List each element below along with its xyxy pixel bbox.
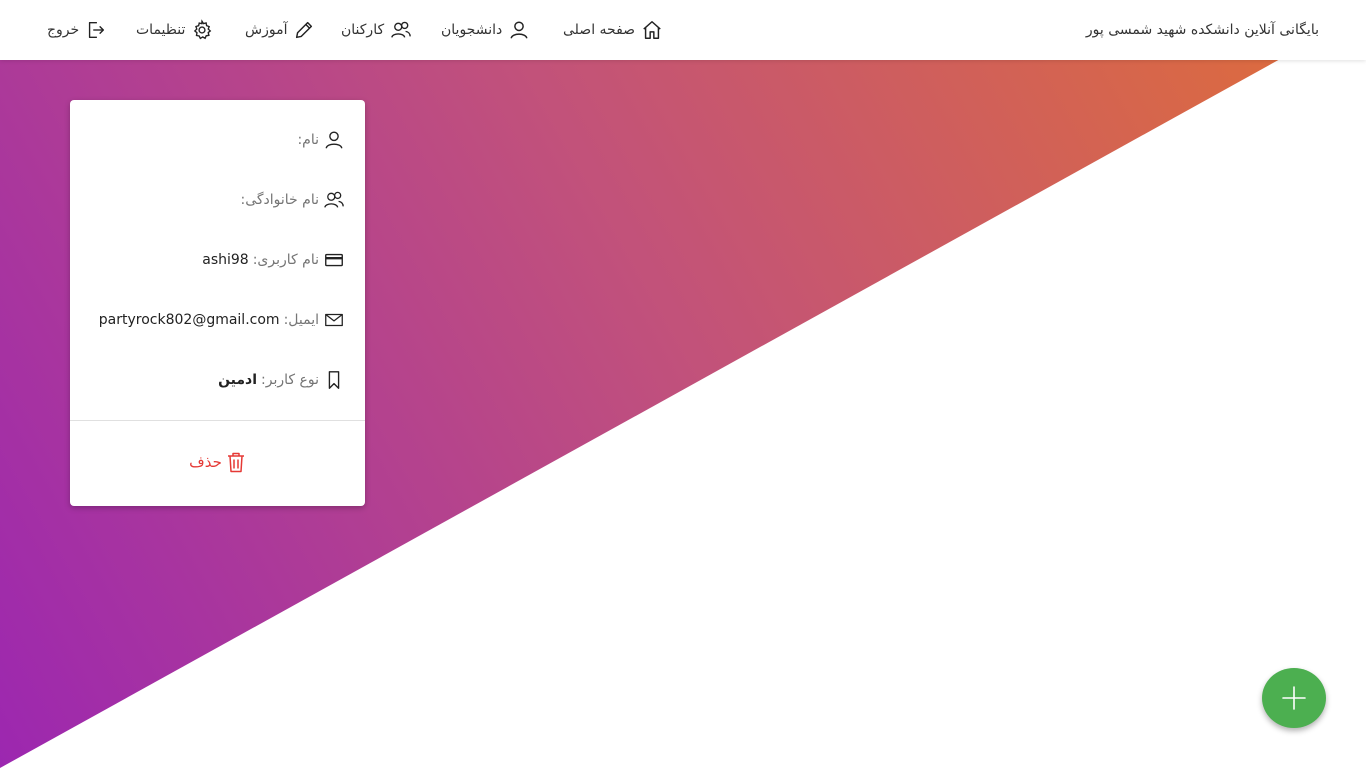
last-name-row: نام خانوادگی:	[236, 188, 345, 212]
add-button[interactable]	[1262, 668, 1326, 728]
nav-students[interactable]: دانشجویان	[441, 0, 530, 60]
username-row: نام کاربری: ashi98	[202, 248, 345, 272]
email-value: partyrock802@gmail.com	[98, 312, 280, 328]
users-icon	[323, 189, 345, 211]
delete-label: حذف	[189, 453, 222, 471]
nav-home[interactable]: صفحه اصلی	[563, 0, 663, 60]
first-name-row: نام:	[293, 128, 345, 152]
bookmark-icon	[323, 369, 345, 391]
home-icon	[641, 19, 663, 41]
nav-education[interactable]: آموزش	[245, 0, 315, 60]
users-icon	[390, 19, 412, 41]
logout-icon	[85, 19, 107, 41]
gear-icon	[191, 19, 213, 41]
trash-icon	[226, 451, 246, 473]
nav-settings[interactable]: تنظیمات	[136, 0, 213, 60]
user-type-row: نوع کاربر: ادمین	[218, 368, 345, 392]
nav-students-label: دانشجویان	[441, 22, 503, 38]
nav-home-label: صفحه اصلی	[563, 22, 636, 38]
username-value: ashi98	[202, 252, 249, 268]
top-navbar: بایگانی آنلاین دانشکده شهید شمسی پور صفح…	[0, 0, 1366, 60]
user-type-label: نوع کاربر:	[261, 372, 319, 388]
username-label: نام کاربری:	[252, 252, 319, 268]
user-icon	[323, 129, 345, 151]
pencil-icon	[293, 19, 315, 41]
plus-icon	[1281, 685, 1307, 711]
nav-logout[interactable]: خروج	[47, 0, 107, 60]
nav-staff-label: کارکنان	[341, 22, 385, 38]
email-row: ایمیل: partyrock802@gmail.com	[99, 308, 345, 332]
user-icon	[508, 19, 530, 41]
email-label: ایمیل:	[283, 312, 319, 328]
first-name-label: نام:	[297, 132, 319, 148]
card-divider	[70, 420, 365, 421]
user-type-value: ادمین	[218, 372, 258, 388]
nav-education-label: آموزش	[245, 22, 288, 38]
last-name-label: نام خانوادگی:	[240, 192, 319, 208]
brand-title: بایگانی آنلاین دانشکده شهید شمسی پور	[1085, 22, 1319, 38]
nav-logout-label: خروج	[47, 22, 80, 38]
card-icon	[323, 249, 345, 271]
nav-settings-label: تنظیمات	[136, 22, 186, 38]
user-card: نام: نام خانوادگی: نام کاربری: ashi98 ای…	[70, 100, 365, 506]
nav-staff[interactable]: کارکنان	[341, 0, 412, 60]
mail-icon	[323, 309, 345, 331]
delete-button[interactable]: حذف	[70, 450, 365, 474]
